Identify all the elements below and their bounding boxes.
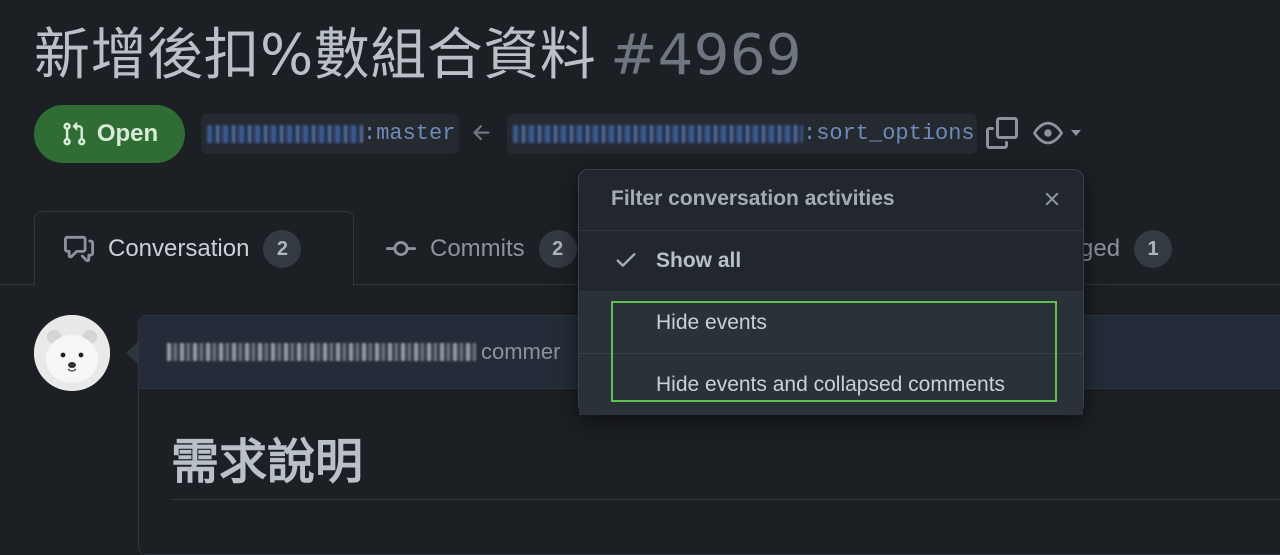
comment-pointer [126,342,138,364]
filter-menu-title: Filter conversation activities [611,187,895,210]
tab-files-changed[interactable]: ged 1 [1080,226,1173,272]
pr-state-label: Open [96,120,159,147]
copy-icon[interactable] [986,117,1018,149]
tab-commits-label: Commits [430,235,525,262]
comment-discussion-icon [64,235,94,263]
filter-option-show-all-label: Show all [656,248,742,272]
tab-conversation-label: Conversation [108,235,250,262]
comment-heading-rule [171,499,1280,500]
head-branch-name: :sort_options [803,121,975,146]
check-icon [616,253,636,267]
filter-option-hide-events-label: Hide events [656,310,767,334]
filter-menu-header: Filter conversation activities [579,170,1083,231]
tab-files-changed-label: ged [1080,235,1121,262]
caret-down-icon[interactable] [1068,127,1084,139]
comment-author-redacted[interactable] [167,343,477,361]
git-pull-request-icon [63,121,86,146]
tab-commits-count: 2 [538,230,577,268]
pr-state-badge: Open [34,105,185,163]
tab-files-changed-count: 1 [1134,230,1173,268]
polar-bear-avatar-icon [34,315,110,391]
comment-action-text: commer [481,339,561,364]
pr-title: 新增後扣%數組合資料 #4969 [34,18,802,94]
tab-conversation-count: 2 [263,230,302,268]
pr-title-text: 新增後扣%數組合資料 [34,23,597,88]
base-branch-ref[interactable]: :master [201,114,459,154]
pr-number: #4969 [610,23,803,88]
tab-conversation[interactable]: Conversation 2 [64,226,302,272]
filter-option-hide-events-collapsed-label: Hide events and collapsed comments [656,372,1006,396]
git-commit-icon [386,241,416,257]
head-branch-ref[interactable]: :sort_options [507,114,977,154]
base-branch-name: :master [363,121,456,146]
tab-commits[interactable]: Commits 2 [386,226,577,272]
eye-icon[interactable] [1032,118,1064,148]
base-branch-owner-redacted [207,125,363,143]
filter-option-show-all[interactable]: Show all [579,230,1083,292]
filter-option-hide-events-collapsed[interactable]: Hide events and collapsed comments [579,354,1083,415]
head-branch-owner-redacted [513,125,803,143]
comment-body-heading: 需求說明 [171,434,364,490]
close-icon[interactable] [1041,188,1063,210]
filter-conversation-menu: Filter conversation activities Show all … [578,169,1084,415]
avatar[interactable] [34,315,110,391]
filter-option-hide-events[interactable]: Hide events [579,292,1083,354]
arrow-left-icon [473,125,490,141]
